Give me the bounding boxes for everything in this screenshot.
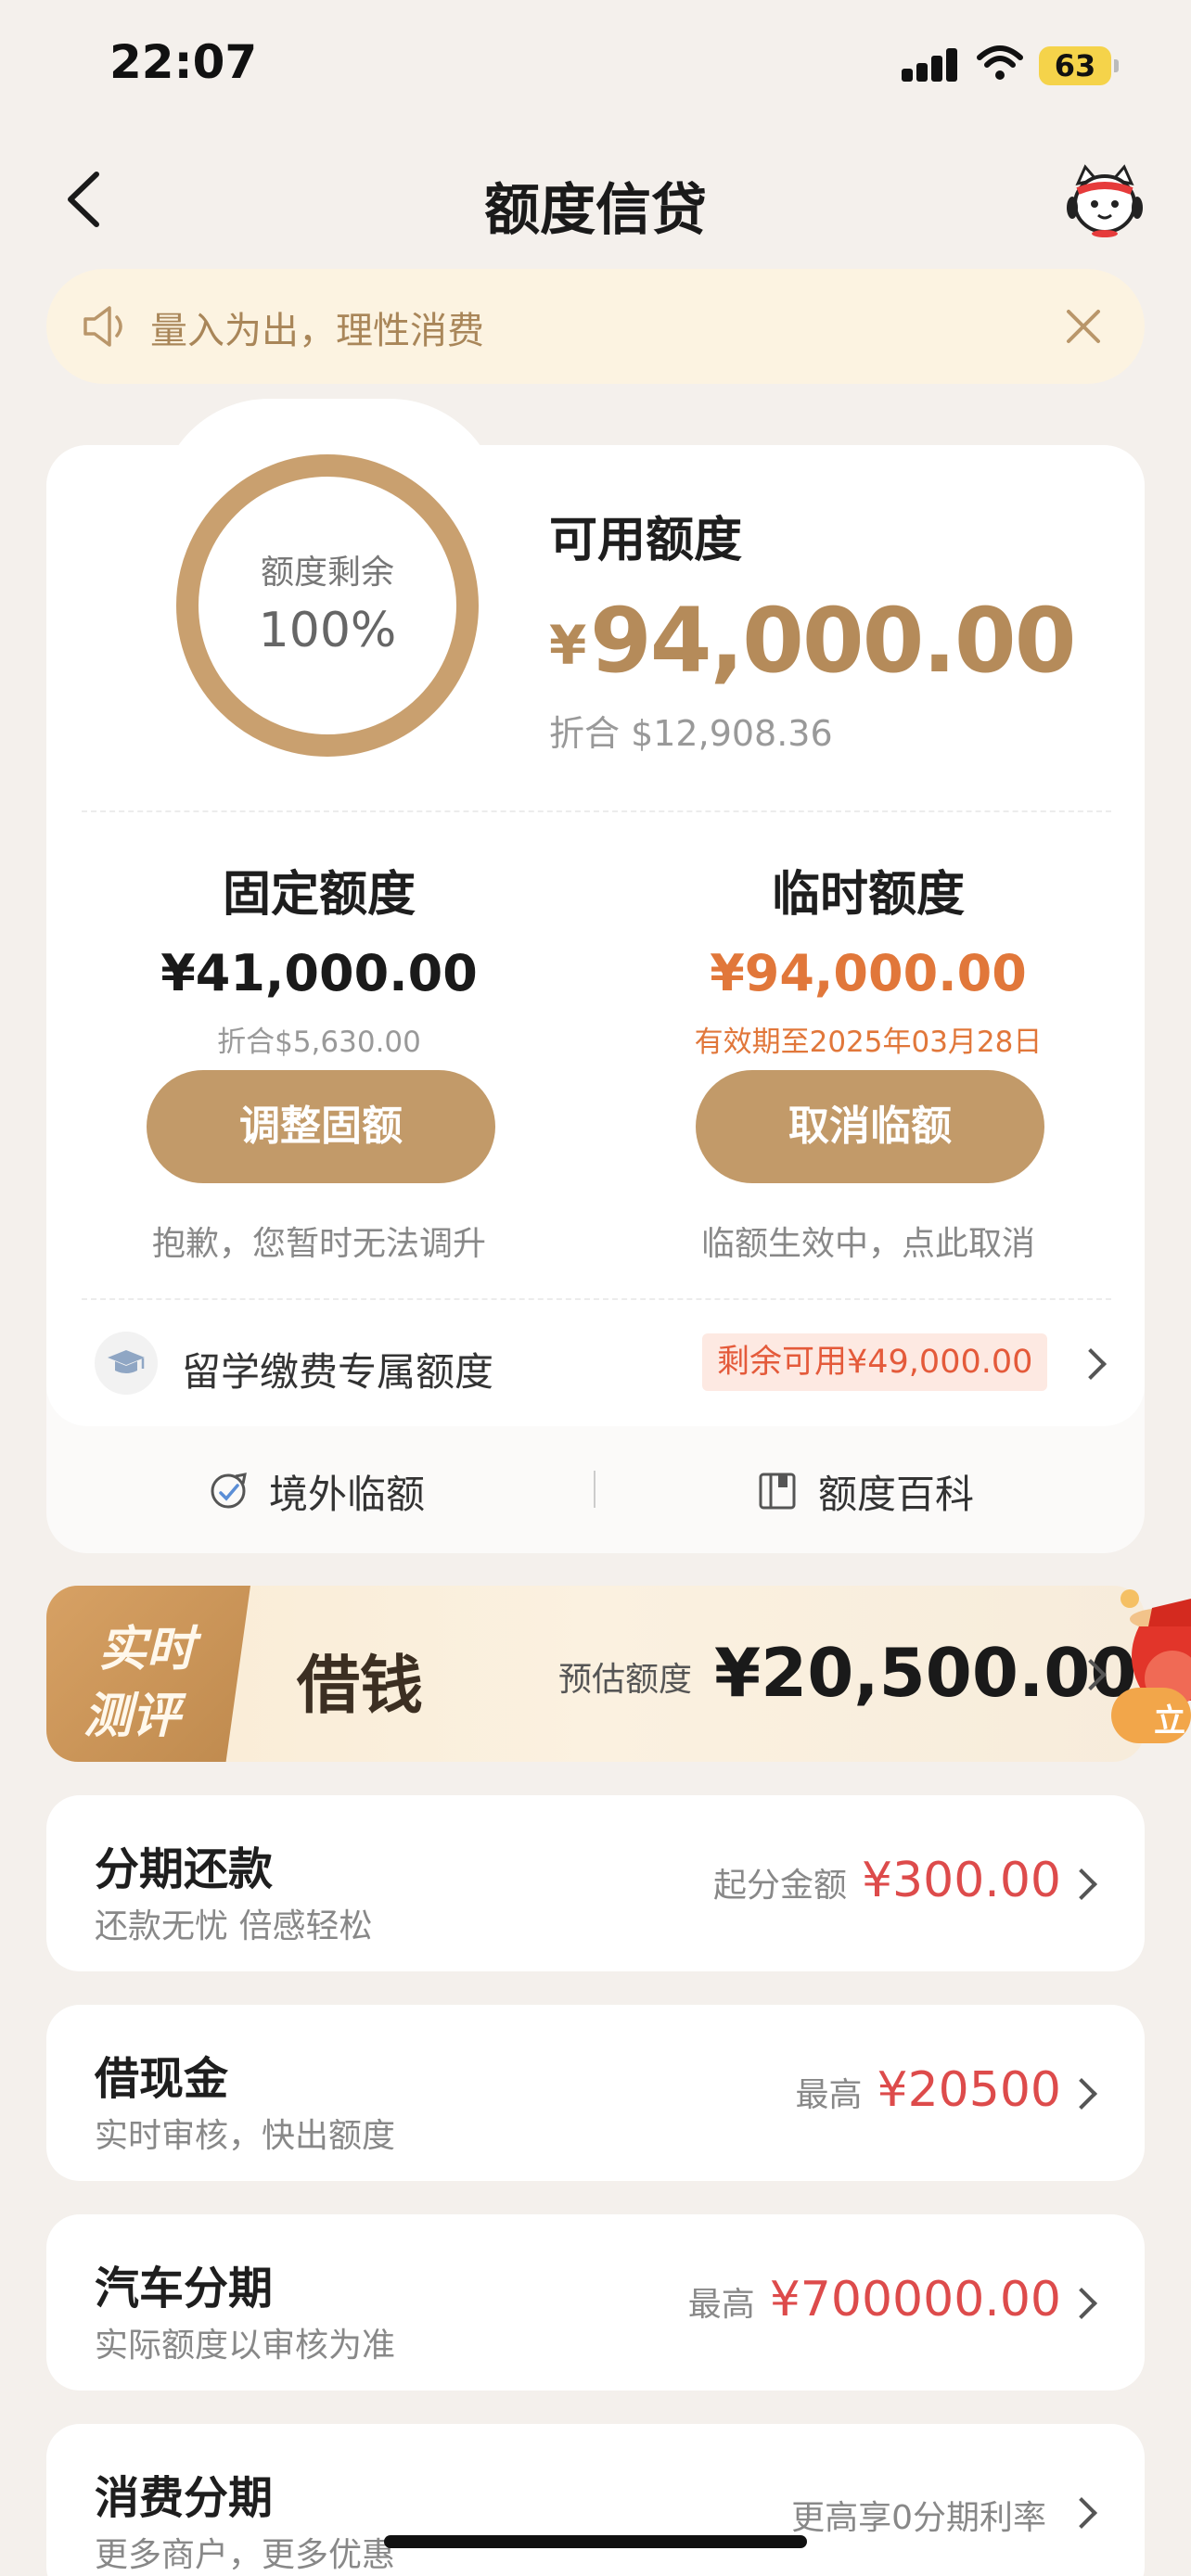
study-remaining-badge: 剩余可用¥49,000.00 — [702, 1333, 1048, 1391]
promo-estimate-label: 预估额度 — [558, 1661, 693, 1699]
fixed-title: 固定额度 — [222, 867, 416, 923]
product-consumer-installment[interactable]: 消费分期 更多商户，更多优惠 更高享0分期利率 — [46, 2424, 1145, 2576]
status-time: 22:07 — [109, 35, 258, 89]
credit-footer-links: 境外临额 额度百科 — [46, 1435, 1145, 1547]
cellular-signal-icon — [902, 48, 959, 82]
promo-tag-line: 实时 — [98, 1622, 196, 1677]
available-label: 可用额度 — [549, 513, 743, 568]
cancel-temp-button[interactable]: 取消临额 — [696, 1070, 1044, 1183]
chevron-right-icon — [1075, 1348, 1107, 1380]
page-title: 额度信贷 — [484, 178, 707, 243]
study-abroad-credit-row[interactable]: 留学缴费专属额度 剩余可用¥49,000.00 — [46, 1313, 1145, 1415]
credit-wiki-label: 额度百科 — [818, 1471, 975, 1517]
speaker-icon — [80, 302, 130, 351]
product-subtitle: 还款无忧 倍感轻松 — [95, 1907, 373, 1945]
graduation-cap-icon — [95, 1332, 158, 1395]
divider — [82, 810, 1111, 812]
book-icon — [757, 1471, 798, 1511]
product-right: 起分金额 ¥300.00 — [713, 1853, 1061, 1908]
product-installment-repayment[interactable]: 分期还款 还款无忧 倍感轻松 起分金额 ¥300.00 — [46, 1795, 1145, 1971]
promo-tag-line: 测评 — [83, 1689, 181, 1744]
product-right-label: 最高 — [795, 2076, 863, 2114]
available-currency: ¥ — [549, 614, 587, 677]
temp-amount: ¥94,000.00 — [710, 944, 1027, 1002]
fixed-amount: ¥41,000.00 — [160, 944, 478, 1002]
product-car-installment[interactable]: 汽车分期 实际额度以审核为准 最高 ¥700000.00 — [46, 2214, 1145, 2391]
product-right-label: 最高 — [687, 2286, 755, 2324]
product-title: 分期还款 — [95, 1843, 274, 1895]
chevron-right-icon — [1066, 2497, 1097, 2529]
customer-service-mascot-icon[interactable] — [1065, 163, 1145, 237]
product-right-label: 起分金额 — [712, 1867, 847, 1905]
fixed-note: 抱歉，您暂时无法调升 — [151, 1225, 486, 1263]
wifi-icon — [976, 45, 1024, 82]
product-right: 最高 ¥700000.00 — [688, 2272, 1061, 2327]
realtime-eval-tag: 实时 测评 — [46, 1586, 250, 1762]
promo-title: 借钱 — [297, 1649, 424, 1723]
product-subtitle: 实际额度以审核为准 — [95, 2327, 396, 2365]
product-title: 汽车分期 — [95, 2263, 274, 2315]
product-right-value: ¥20500 — [877, 2062, 1061, 2118]
product-right-value: ¥300.00 — [861, 1853, 1061, 1908]
divider — [82, 1298, 1111, 1300]
adjust-fixed-button[interactable]: 调整固额 — [147, 1070, 495, 1183]
product-right-value: ¥700000.00 — [769, 2272, 1061, 2327]
chevron-right-icon — [1066, 2288, 1097, 2319]
home-indicator — [384, 2535, 807, 2548]
overseas-temp-label: 境外临额 — [269, 1471, 426, 1517]
promo-amount: ¥20,500.00 — [714, 1634, 1137, 1712]
battery-indicator: 63 — [1039, 46, 1119, 85]
product-title: 消费分期 — [95, 2472, 274, 2524]
notice-banner: 量入为出，理性消费 — [46, 269, 1145, 384]
red-envelope-promo-icon[interactable]: 立 — [1111, 1497, 1191, 1747]
product-cash-loan[interactable]: 借现金 实时审核，快出额度 最高 ¥20500 — [46, 2005, 1145, 2181]
status-bar: 22:07 63 — [0, 0, 1191, 130]
footer-separator — [594, 1471, 596, 1508]
available-amount: 94,000.00 — [590, 589, 1077, 693]
product-right: 更高享0分期利率 — [791, 2491, 1061, 2539]
product-right-label: 更高享0分期利率 — [791, 2499, 1046, 2537]
overseas-temp-link[interactable]: 境外临额 — [208, 1435, 425, 1547]
ring-label: 额度剩余 — [260, 554, 394, 592]
product-subtitle: 实时审核，快出额度 — [95, 2117, 396, 2155]
credit-wiki-link[interactable]: 额度百科 — [757, 1435, 974, 1547]
product-right: 最高 ¥20500 — [795, 2062, 1061, 2118]
overseas-globe-icon — [208, 1471, 249, 1511]
fixed-usd: 折合$5,630.00 — [217, 1026, 421, 1059]
chevron-right-icon — [1066, 1868, 1097, 1900]
promo-side-label: 立 — [1154, 1702, 1185, 1740]
chevron-right-icon — [1066, 2078, 1097, 2110]
study-abroad-label: 留学缴费专属额度 — [182, 1349, 494, 1395]
notice-text: 量入为出，理性消费 — [150, 310, 484, 352]
temp-validity: 有效期至2025年03月28日 — [694, 1026, 1043, 1059]
close-icon[interactable] — [1059, 302, 1108, 351]
borrow-promo-banner[interactable]: 实时 测评 借钱 预估额度 ¥20,500.00 — [46, 1586, 1145, 1762]
product-title: 借现金 — [95, 2053, 229, 2105]
product-subtitle: 更多商户，更多优惠 — [95, 2536, 396, 2574]
ring-value: 100% — [258, 603, 397, 658]
temp-note[interactable]: 临额生效中，点此取消 — [608, 1217, 1128, 1265]
temp-title: 临时额度 — [771, 867, 965, 923]
available-usd: 折合 $12,908.36 — [549, 713, 833, 754]
